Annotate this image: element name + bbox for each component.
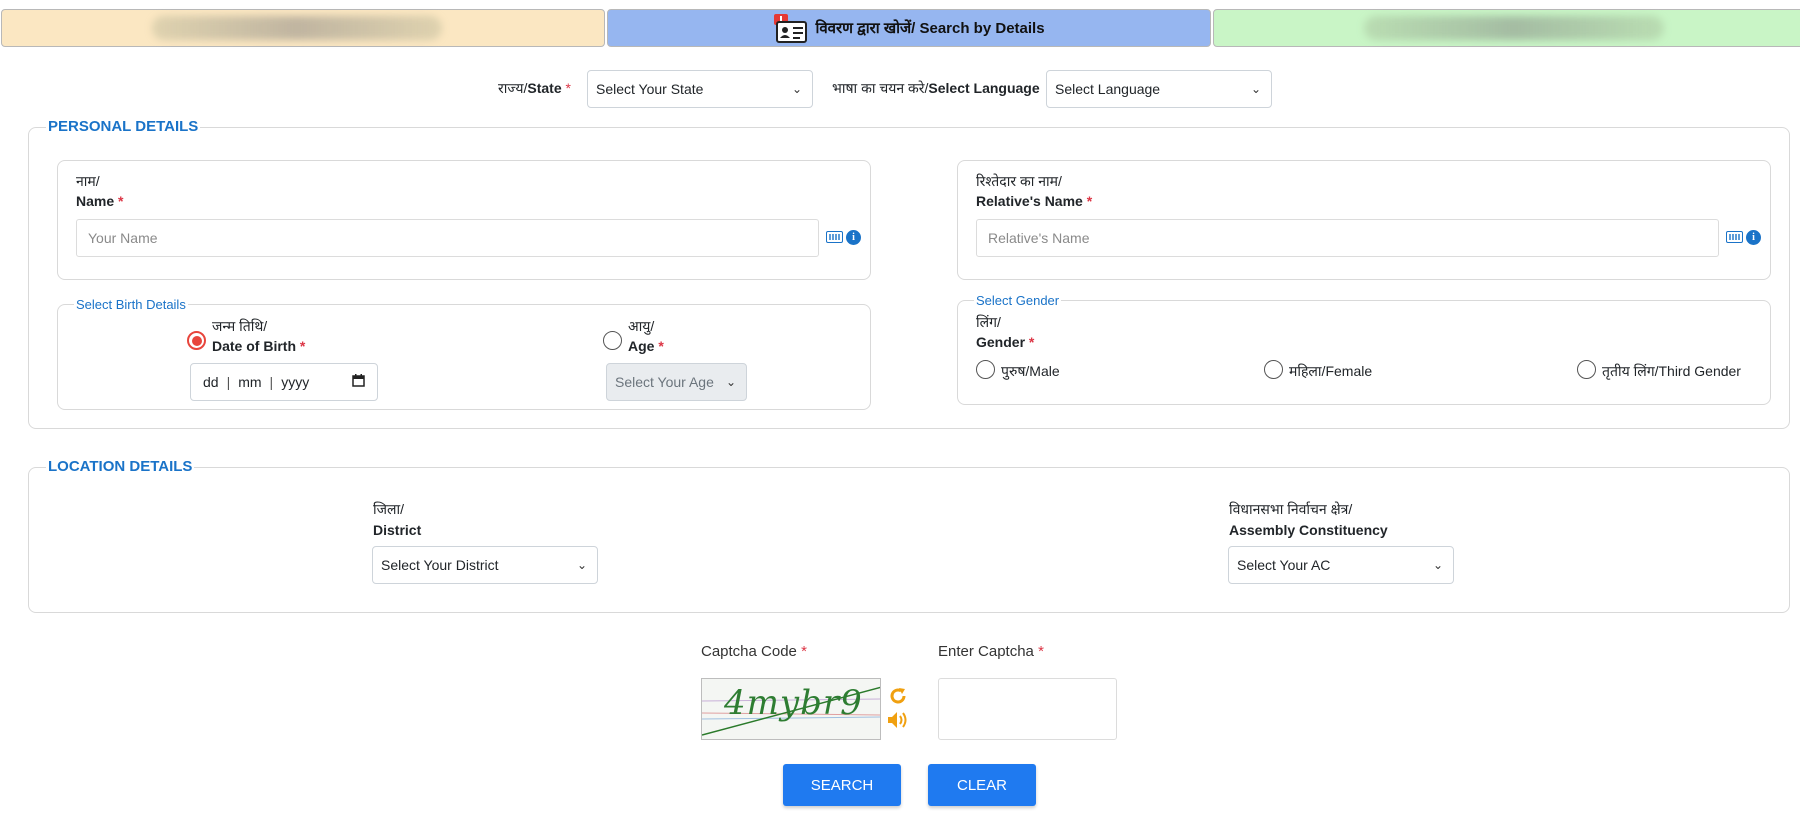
enter-captcha-label: Enter Captcha * xyxy=(938,643,1044,660)
location-details-legend: LOCATION DETAILS xyxy=(46,458,195,475)
gender-label: Gender * xyxy=(976,334,1035,350)
refresh-icon[interactable] xyxy=(888,686,908,709)
dob-label: Date of Birth * xyxy=(212,338,306,354)
location-details-section xyxy=(28,467,1790,613)
gender-female-label: महिला/Female xyxy=(1289,363,1373,379)
state-select[interactable]: Select Your State ⌄ xyxy=(587,70,813,108)
calendar-icon[interactable] xyxy=(352,374,365,390)
blurred-tab-label xyxy=(152,16,442,40)
dob-radio[interactable] xyxy=(187,331,206,350)
chevron-down-icon: ⌄ xyxy=(576,558,587,572)
language-label: भाषा का चयन करे/Select Language xyxy=(832,80,1040,96)
keyboard-icon[interactable] xyxy=(826,231,843,243)
language-select[interactable]: Select Language ⌄ xyxy=(1046,70,1272,108)
tab-search-by-mobile[interactable] xyxy=(1213,9,1800,47)
gender-male-radio[interactable] xyxy=(976,360,995,379)
age-label-hi: आयु/ xyxy=(628,318,655,334)
personal-details-legend: PERSONAL DETAILS xyxy=(46,118,201,135)
dob-date-input[interactable]: dd | mm | yyyy xyxy=(190,363,378,401)
district-select[interactable]: Select Your District ⌄ xyxy=(372,546,598,584)
gender-box xyxy=(957,300,1771,405)
relative-name-label-hi: रिश्तेदार का नाम/ xyxy=(976,173,1062,189)
birth-details-legend: Select Birth Details xyxy=(74,297,188,312)
ac-label: Assembly Constituency xyxy=(1229,522,1388,538)
captcha-input[interactable] xyxy=(938,678,1117,740)
relative-name-label: Relative's Name * xyxy=(976,193,1093,209)
captcha-image: 4mybr9 xyxy=(701,678,881,740)
name-label-hi: नाम/ xyxy=(76,173,100,189)
chevron-down-icon: ⌄ xyxy=(1432,558,1443,572)
captcha-text: 4mybr9 xyxy=(724,683,863,723)
district-label-hi: जिला/ xyxy=(373,501,405,517)
ac-label-hi: विधानसभा निर्वाचन क्षेत्र/ xyxy=(1229,501,1353,517)
state-label: राज्य/State * xyxy=(498,80,571,96)
info-icon[interactable]: i xyxy=(1746,230,1761,245)
search-button[interactable]: SEARCH xyxy=(783,764,901,806)
age-select[interactable]: Select Your Age ⌄ xyxy=(606,363,747,401)
dob-label-hi: जन्म तिथि/ xyxy=(212,318,268,334)
district-label: District xyxy=(373,522,422,538)
gender-female-radio[interactable] xyxy=(1264,360,1283,379)
chevron-down-icon: ⌄ xyxy=(1250,82,1261,96)
captcha-code-label: Captcha Code * xyxy=(701,643,807,660)
gender-third-label: तृतीय लिंग/Third Gender xyxy=(1602,363,1741,379)
name-label: Name * xyxy=(76,193,124,209)
name-input[interactable]: Your Name xyxy=(76,219,819,257)
info-icon[interactable]: i xyxy=(846,230,861,245)
gender-male-label: पुरुष/Male xyxy=(1001,363,1060,379)
age-radio[interactable] xyxy=(603,331,622,350)
age-label: Age * xyxy=(628,338,664,354)
chevron-down-icon: ⌄ xyxy=(791,82,802,96)
ac-select[interactable]: Select Your AC ⌄ xyxy=(1228,546,1454,584)
keyboard-icon[interactable] xyxy=(1726,231,1743,243)
birth-details-box xyxy=(57,304,871,410)
gender-third-radio[interactable] xyxy=(1577,360,1596,379)
tab-search-by-epic[interactable] xyxy=(1,9,605,47)
speaker-icon[interactable] xyxy=(886,710,910,733)
relative-name-input[interactable]: Relative's Name xyxy=(976,219,1719,257)
tab-search-by-details[interactable]: विवरण द्वारा खोजें/ Search by Details xyxy=(607,9,1211,47)
chevron-down-icon: ⌄ xyxy=(725,375,736,389)
voter-id-card-icon xyxy=(773,13,808,43)
gender-label-hi: लिंग/ xyxy=(976,314,1001,330)
gender-legend: Select Gender xyxy=(974,293,1062,308)
clear-button[interactable]: CLEAR xyxy=(928,764,1036,806)
tab-label: विवरण द्वारा खोजें/ Search by Details xyxy=(815,20,1045,37)
blurred-tab-label xyxy=(1364,16,1664,40)
